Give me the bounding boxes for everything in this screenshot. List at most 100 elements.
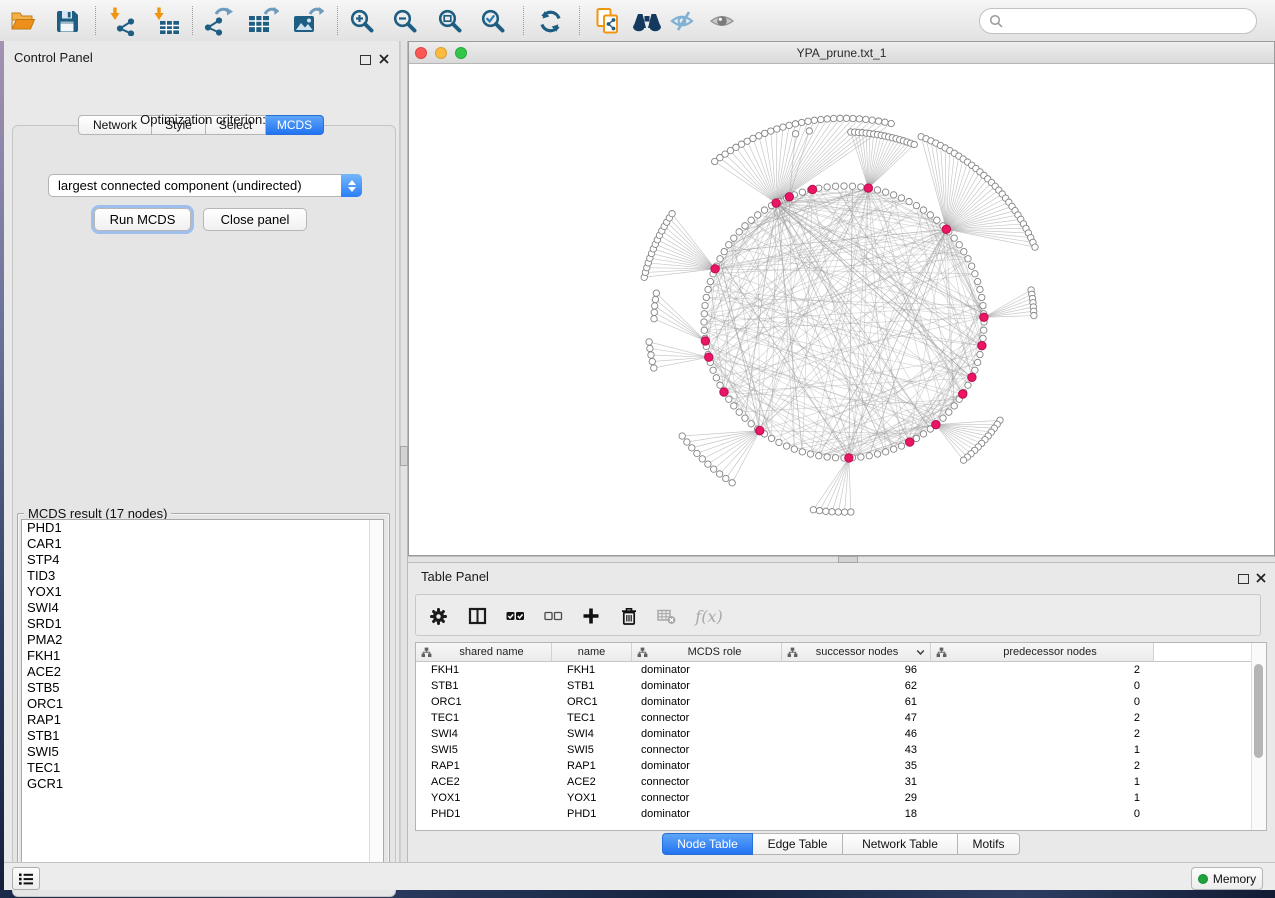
table-row[interactable]: RAP1RAP1dominator352 (416, 758, 1253, 774)
table-cell: RAP1 (416, 758, 552, 774)
deselect-all-icon[interactable] (541, 606, 565, 626)
mcds-result-item[interactable]: YOX1 (22, 584, 383, 600)
search-network-icon[interactable] (629, 5, 665, 37)
table-cell: 62 (782, 678, 931, 694)
tab-edge-table[interactable]: Edge Table (753, 833, 843, 855)
tab-motifs[interactable]: Motifs (958, 833, 1020, 855)
table-cell: 61 (782, 694, 931, 710)
save-session-icon[interactable] (49, 5, 85, 37)
table-cell: 29 (782, 790, 931, 806)
zoom-in-icon[interactable] (344, 5, 380, 37)
mcds-result-item[interactable]: PMA2 (22, 632, 383, 648)
mcds-result-item[interactable]: SRD1 (22, 616, 383, 632)
close-panel-icon[interactable] (379, 51, 389, 69)
mcds-result-item[interactable]: STP4 (22, 552, 383, 568)
toolbar-separator (95, 6, 96, 35)
refresh-view-icon[interactable] (532, 5, 568, 37)
horizontal-splitter-handle[interactable] (838, 556, 858, 563)
table-row[interactable]: YOX1YOX1connector291 (416, 790, 1253, 806)
vertical-splitter-handle[interactable] (400, 446, 408, 466)
search-input[interactable] (1008, 13, 1256, 30)
import-network-icon[interactable] (104, 5, 140, 37)
show-columns-icon[interactable] (465, 606, 489, 626)
table-row[interactable]: FKH1FKH1dominator962 (416, 662, 1253, 678)
delete-table-icon (654, 606, 678, 626)
column-header-successor-nodes[interactable]: successor nodes (782, 643, 931, 662)
optimization-criterion-select[interactable]: largest connected component (undirected) (48, 174, 362, 197)
close-panel-button[interactable]: Close panel (203, 208, 307, 231)
memory-button[interactable]: Memory (1191, 867, 1263, 890)
delete-row-icon[interactable] (617, 606, 641, 626)
search-field[interactable] (979, 8, 1257, 34)
column-header-name[interactable]: name (552, 643, 632, 662)
copy-network-icon[interactable] (590, 5, 626, 37)
mcds-result-item[interactable]: TEC1 (22, 760, 383, 776)
mcds-result-list[interactable]: PHD1CAR1STP4TID3YOX1SWI4SRD1PMA2FKH1ACE2… (21, 519, 384, 875)
mcds-list-scrollbar[interactable] (369, 520, 383, 874)
table-cell: 0 (931, 694, 1154, 710)
eye-icon[interactable] (704, 5, 740, 37)
mcds-result-item[interactable]: SWI4 (22, 600, 383, 616)
select-all-icon[interactable] (503, 606, 527, 626)
mcds-result-item[interactable]: PHD1 (22, 520, 383, 536)
mcds-result-item[interactable]: SWI5 (22, 744, 383, 760)
zoom-out-icon[interactable] (387, 5, 423, 37)
table-row[interactable]: SWI5SWI5connector431 (416, 742, 1253, 758)
network-window-titlebar[interactable]: YPA_prune.txt_1 (409, 42, 1274, 64)
export-image-icon[interactable] (290, 5, 326, 37)
export-network-icon[interactable] (200, 5, 236, 37)
close-panel-icon[interactable] (1256, 570, 1266, 588)
table-panel-title: Table Panel (421, 569, 489, 584)
shared-column-icon (637, 647, 648, 658)
export-table-icon[interactable] (245, 5, 281, 37)
mcds-result-item[interactable]: GCR1 (22, 776, 383, 792)
table-panel: Table Panel (408, 563, 1275, 862)
table-cell: SWI4 (416, 726, 552, 742)
table-row[interactable]: ORC1ORC1dominator610 (416, 694, 1253, 710)
shared-column-icon (936, 647, 947, 658)
table-scrollbar-thumb[interactable] (1254, 664, 1263, 758)
zoom-fit-icon[interactable] (432, 5, 468, 37)
mcds-result-item[interactable]: FKH1 (22, 648, 383, 664)
column-header-shared-name[interactable]: shared name (416, 643, 552, 662)
mcds-result-item[interactable]: TID3 (22, 568, 383, 584)
mcds-result-item[interactable]: CAR1 (22, 536, 383, 552)
table-cell: ACE2 (416, 774, 552, 790)
mcds-result-item[interactable]: STB1 (22, 728, 383, 744)
open-file-icon[interactable] (5, 5, 41, 37)
toolbar-separator (192, 6, 193, 35)
add-row-icon[interactable] (579, 606, 603, 626)
optimization-criterion-label: Optimization criterion: (8, 112, 398, 127)
column-header-predecessor-nodes[interactable]: predecessor nodes (931, 643, 1154, 662)
table-cell: 2 (931, 726, 1154, 742)
table-row[interactable]: TEC1TEC1connector472 (416, 710, 1253, 726)
import-table-icon[interactable] (148, 5, 184, 37)
float-panel-icon[interactable] (360, 52, 371, 70)
table-cell: connector (632, 790, 782, 806)
zoom-selected-icon[interactable] (475, 5, 511, 37)
node-table[interactable]: shared namenameMCDS rolesuccessor nodesp… (415, 642, 1267, 831)
table-row[interactable]: SWI4SWI4dominator462 (416, 726, 1253, 742)
table-cell: 2 (931, 662, 1154, 678)
run-mcds-button[interactable]: Run MCDS (94, 208, 191, 231)
table-cell: 96 (782, 662, 931, 678)
settings-icon[interactable] (426, 606, 450, 626)
mcds-result-item[interactable]: ORC1 (22, 696, 383, 712)
table-row[interactable]: ACE2ACE2connector311 (416, 774, 1253, 790)
table-row[interactable]: STB1STB1dominator620 (416, 678, 1253, 694)
mcds-result-item[interactable]: STB5 (22, 680, 383, 696)
tab-network-table[interactable]: Network Table (843, 833, 958, 855)
show-hide-panels-icon[interactable] (665, 5, 701, 37)
toolbar-separator (337, 6, 338, 35)
table-scrollbar[interactable] (1251, 643, 1266, 830)
table-cell: 2 (931, 758, 1154, 774)
mcds-result-item[interactable]: ACE2 (22, 664, 383, 680)
panel-list-icon[interactable] (12, 867, 40, 890)
column-header-MCDS-role[interactable]: MCDS role (632, 643, 782, 662)
float-panel-icon[interactable] (1238, 571, 1249, 589)
network-graph[interactable] (409, 64, 1274, 555)
tab-node-table[interactable]: Node Table (662, 833, 753, 855)
table-row[interactable]: PHD1PHD1dominator180 (416, 806, 1253, 822)
mcds-result-item[interactable]: RAP1 (22, 712, 383, 728)
network-canvas[interactable] (409, 64, 1274, 555)
